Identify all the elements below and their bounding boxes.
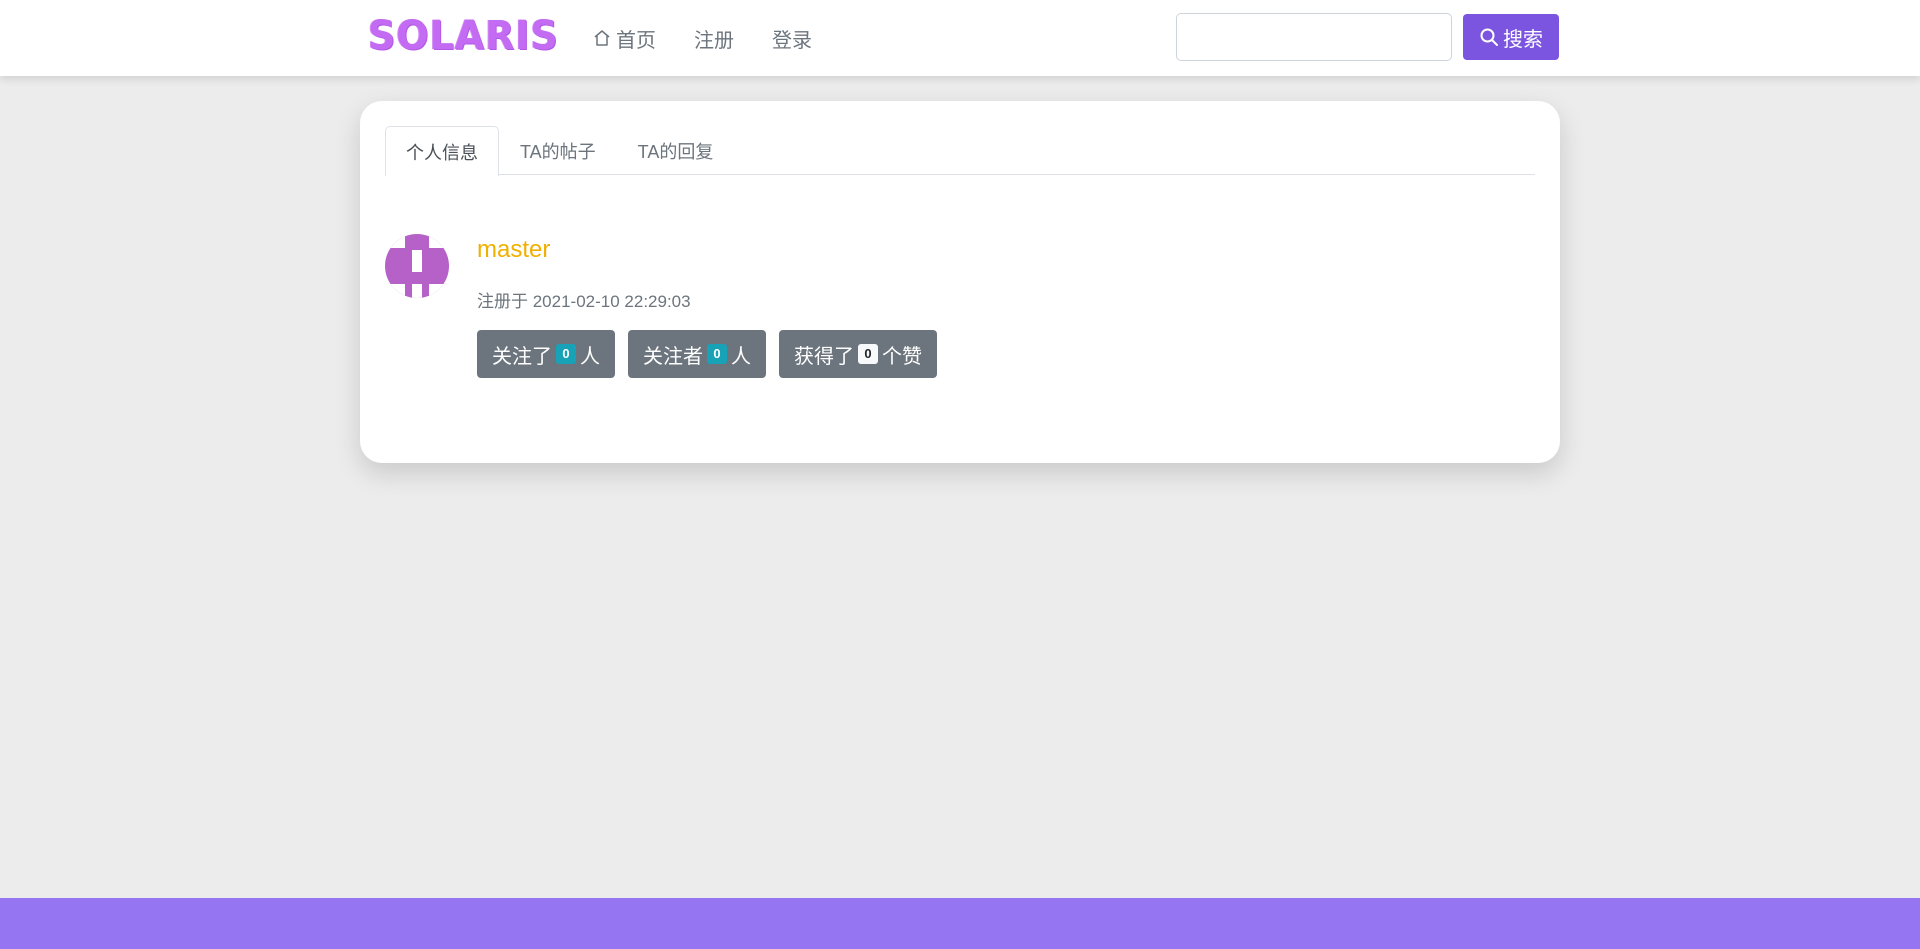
tab-user-posts[interactable]: TA的帖子 xyxy=(499,126,617,175)
search-button[interactable]: 搜索 xyxy=(1463,14,1559,60)
registration-date: 注册于 2021-02-10 22:29:03 xyxy=(477,292,691,311)
nav-home-label: 首页 xyxy=(616,29,656,52)
following-button[interactable]: 关注了 0 人 xyxy=(477,330,615,378)
nav-links: 首页 注册 登录 xyxy=(592,22,850,54)
profile-card: 个人信息 TA的帖子 TA的回复 master 注册于 2021-02-10 2… xyxy=(360,101,1560,463)
followers-prefix: 关注者 xyxy=(643,345,703,368)
likes-prefix: 获得了 xyxy=(794,345,854,368)
nav-home-link[interactable]: 首页 xyxy=(592,24,656,53)
top-navbar: SOLARIS 首页 注册 登录 搜索 xyxy=(0,0,1920,76)
search-button-label: 搜索 xyxy=(1503,28,1543,51)
tab-profile-info[interactable]: 个人信息 xyxy=(385,126,499,176)
nav-register-link[interactable]: 注册 xyxy=(694,24,734,53)
search-input[interactable] xyxy=(1176,13,1452,61)
following-suffix: 人 xyxy=(580,345,600,368)
profile-tabs: 个人信息 TA的帖子 TA的回复 xyxy=(385,126,1535,176)
brand-logo[interactable]: SOLARIS xyxy=(368,14,559,58)
home-icon xyxy=(594,30,610,46)
stats-row: 关注了 0 人 关注者 0 人 获得了 0 个赞 xyxy=(477,330,950,378)
tab-user-replies[interactable]: TA的回复 xyxy=(617,126,735,175)
username: master xyxy=(477,236,551,263)
followers-suffix: 人 xyxy=(731,345,751,368)
following-count-badge: 0 xyxy=(556,344,576,364)
nav-login-link[interactable]: 登录 xyxy=(772,24,812,53)
likes-suffix: 个赞 xyxy=(882,345,922,368)
likes-count-badge: 0 xyxy=(858,344,878,364)
likes-button[interactable]: 获得了 0 个赞 xyxy=(779,330,937,378)
avatar xyxy=(385,234,449,298)
following-prefix: 关注了 xyxy=(492,345,552,368)
search-icon xyxy=(1480,28,1498,46)
followers-count-badge: 0 xyxy=(707,344,727,364)
followers-button[interactable]: 关注者 0 人 xyxy=(628,330,766,378)
page-footer xyxy=(0,898,1920,949)
